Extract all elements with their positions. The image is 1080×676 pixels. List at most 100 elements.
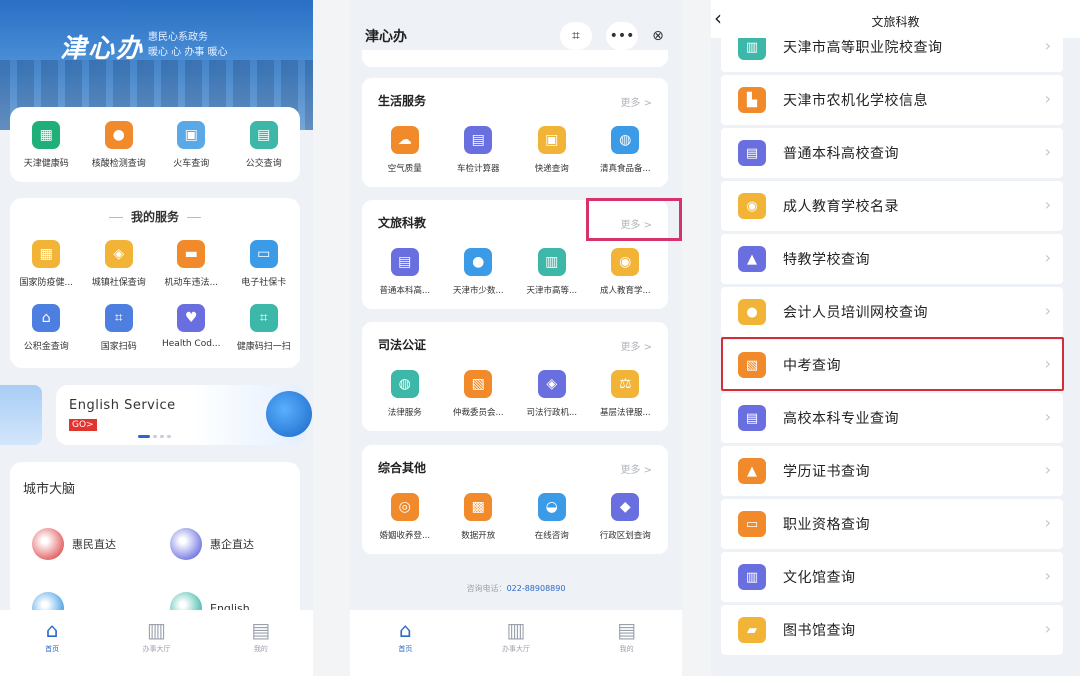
service-item[interactable]: ⚖ 基层法律服...	[589, 370, 661, 418]
tab-store[interactable]: ▤ 我的	[231, 618, 291, 654]
previous-section-card	[362, 50, 668, 67]
section-title: 生活服务	[378, 94, 427, 108]
bottom-tab-bar: ⌂ 首页 ▥ 办事大厅 ▤ 我的	[350, 610, 682, 676]
scan-icon: ⌗	[104, 304, 133, 332]
service-item[interactable]: ▣ 火车查询	[156, 121, 226, 169]
service-item[interactable]: ◉ 成人教育学...	[589, 248, 661, 296]
close-button[interactable]: ⊗	[642, 22, 674, 50]
service-item[interactable]: ⌂ 公积金查询	[11, 304, 81, 352]
service-item-label: 机动车违法...	[164, 278, 219, 288]
service-item[interactable]: ⌗ 健康码扫一扫	[229, 304, 299, 352]
section-items: ◎ 婚姻收养登... ▩ 数据开放 ◒ 在线咨询 ◆ 行政区划查询	[368, 493, 662, 541]
service-item-label: 天津健康码	[23, 159, 69, 169]
bottom-tab-bar: ⌂ 首页 ▥ 办事大厅 ▤ 我的	[0, 610, 313, 676]
service-item-label: 火车查询	[173, 159, 210, 169]
list-item-label: 文化馆查询	[783, 570, 856, 586]
service-item[interactable]: ◈ 城镇社保查询	[84, 240, 154, 288]
tractor-icon: ▙	[738, 87, 766, 113]
service-item-label: Health Cod...	[162, 339, 221, 349]
coin-icon: ◉	[738, 193, 766, 219]
list-item-label: 会计人员培训网校查询	[783, 305, 928, 321]
data-icon: ▩	[464, 493, 493, 521]
tab-home[interactable]: ⌂ 首页	[22, 618, 82, 654]
go-badge[interactable]: GO>	[69, 419, 97, 431]
service-item-label: 成人教育学...	[599, 286, 651, 296]
list-item[interactable]: ▥ 文化馆查询 ›	[721, 552, 1063, 602]
service-item[interactable]: ▤ 车检计算器	[442, 126, 514, 174]
tab-hall[interactable]: ▥ 办事大厅	[126, 618, 186, 654]
list-item[interactable]: ● 会计人员培训网校查询 ›	[721, 287, 1063, 337]
service-item[interactable]: ◒ 在线咨询	[516, 493, 588, 541]
scale-icon: ⚖	[611, 370, 640, 398]
more-link[interactable]: 更多 >	[620, 461, 652, 476]
section-title: 文旅科教	[378, 216, 427, 230]
service-section-card: 生活服务 更多 > ☁ 空气质量 ▤ 车检计算器 ▣ 快递查询 ◍ 清真食品备...	[362, 78, 668, 187]
ellipsis-icon: •••	[609, 28, 635, 44]
service-item-label: 快递查询	[534, 164, 569, 174]
health-icon: ♥	[177, 304, 206, 332]
section-items: ☁ 空气质量 ▤ 车检计算器 ▣ 快递查询 ◍ 清真食品备...	[368, 126, 662, 174]
quick-services-card: ▦ 天津健康码 ● 核酸检测查询 ▣ 火车查询 ▤ 公交查询	[10, 107, 300, 182]
consult-phone-number[interactable]: 022-88908890	[507, 584, 566, 593]
service-item[interactable]: ▥ 天津市高等...	[516, 248, 588, 296]
service-item-label: 公积金查询	[23, 342, 69, 352]
service-item[interactable]: ▦ 国家防疫健...	[11, 240, 81, 288]
service-item[interactable]: ◈ 司法行政机...	[516, 370, 588, 418]
list-item[interactable]: ▰ 图书馆查询 ›	[721, 605, 1063, 655]
more-menu-button[interactable]: •••	[606, 22, 638, 50]
scan-button[interactable]: ⌗	[560, 22, 592, 50]
tagline-line: 惠民心系政务	[148, 32, 208, 43]
tab-label: 办事大厅	[142, 645, 171, 653]
service-item[interactable]: ◍ 法律服务	[369, 370, 441, 418]
english-service-banner[interactable]: English Service GO>	[56, 385, 312, 445]
service-item[interactable]: ● 核酸检测查询	[84, 121, 154, 169]
service-item[interactable]: ● 天津市少数...	[442, 248, 514, 296]
service-item-label: 健康码扫一扫	[236, 342, 291, 352]
services-screen: 津心办 ⌗ ••• ⊗ 生活服务 更多 > ☁ 空气质量 ▤ 车检计算器 ▣ 快递查询 ◍ 清真食…	[350, 0, 682, 676]
more-link[interactable]: 更多 >	[620, 94, 652, 109]
service-item-label: 核酸检测查询	[91, 159, 146, 169]
service-item-label: 国家防疫健...	[19, 278, 74, 288]
tab-label: 首页	[45, 645, 60, 653]
city-brain-item[interactable]: 惠民直达	[32, 528, 116, 560]
triangle-icon: ▲	[738, 246, 766, 272]
service-item[interactable]: ▤ 公交查询	[229, 121, 299, 169]
list-item-label: 高校本科专业查询	[783, 411, 899, 427]
service-item[interactable]: ▧ 仲裁委员会...	[442, 370, 514, 418]
list-item[interactable]: ▭ 职业资格查询 ›	[721, 499, 1063, 549]
service-item[interactable]: ▬ 机动车违法...	[156, 240, 226, 288]
service-item[interactable]: ◆ 行政区划查询	[589, 493, 661, 541]
person-icon: ●	[104, 121, 133, 149]
service-item[interactable]: ▤ 普通本科高...	[369, 248, 441, 296]
list-item[interactable]: ▤ 普通本科高校查询 ›	[721, 128, 1063, 178]
service-item[interactable]: ▦ 天津健康码	[11, 121, 81, 169]
service-item[interactable]: ◎ 婚姻收养登...	[369, 493, 441, 541]
service-item[interactable]: ☁ 空气质量	[369, 126, 441, 174]
service-item[interactable]: ▭ 电子社保卡	[229, 240, 299, 288]
more-highlight-box	[586, 198, 682, 241]
list-item[interactable]: ◉ 成人教育学校名录 ›	[721, 181, 1063, 231]
service-section-card: 综合其他 更多 > ◎ 婚姻收养登... ▩ 数据开放 ◒ 在线咨询 ◆ 行政区划查询	[362, 445, 668, 554]
service-item-label: 公交查询	[245, 159, 282, 169]
list-item[interactable]: ▲ 学历证书查询 ›	[721, 446, 1063, 496]
service-item[interactable]: ▩ 数据开放	[442, 493, 514, 541]
tab-store[interactable]: ▤ 我的	[597, 618, 657, 654]
chevron-right-icon: ›	[1044, 89, 1051, 108]
section-title: 司法公证	[378, 338, 427, 352]
section-items: ▤ 普通本科高... ● 天津市少数... ▥ 天津市高等... ◉ 成人教育学...	[368, 248, 662, 296]
more-link[interactable]: 更多 >	[620, 338, 652, 353]
english-service-title: English Service	[69, 398, 176, 413]
people-icon: ◎	[390, 493, 419, 521]
tab-hall[interactable]: ▥ 办事大厅	[486, 618, 546, 654]
city-brain-item[interactable]: 惠企直达	[170, 528, 254, 560]
service-item[interactable]: ♥ Health Cod...	[156, 304, 226, 352]
list-item[interactable]: ▲ 特教学校查询 ›	[721, 234, 1063, 284]
list-item[interactable]: ▙ 天津市农机化学校信息 ›	[721, 75, 1063, 125]
service-item[interactable]: ▣ 快递查询	[516, 126, 588, 174]
list-item[interactable]: ▤ 高校本科专业查询 ›	[721, 393, 1063, 443]
box-icon: ▣	[537, 126, 566, 154]
service-item[interactable]: ◍ 清真食品备...	[589, 126, 661, 174]
house-icon: ⌂	[32, 304, 61, 332]
service-item[interactable]: ⌗ 国家扫码	[84, 304, 154, 352]
tab-home[interactable]: ⌂ 首页	[375, 618, 435, 654]
